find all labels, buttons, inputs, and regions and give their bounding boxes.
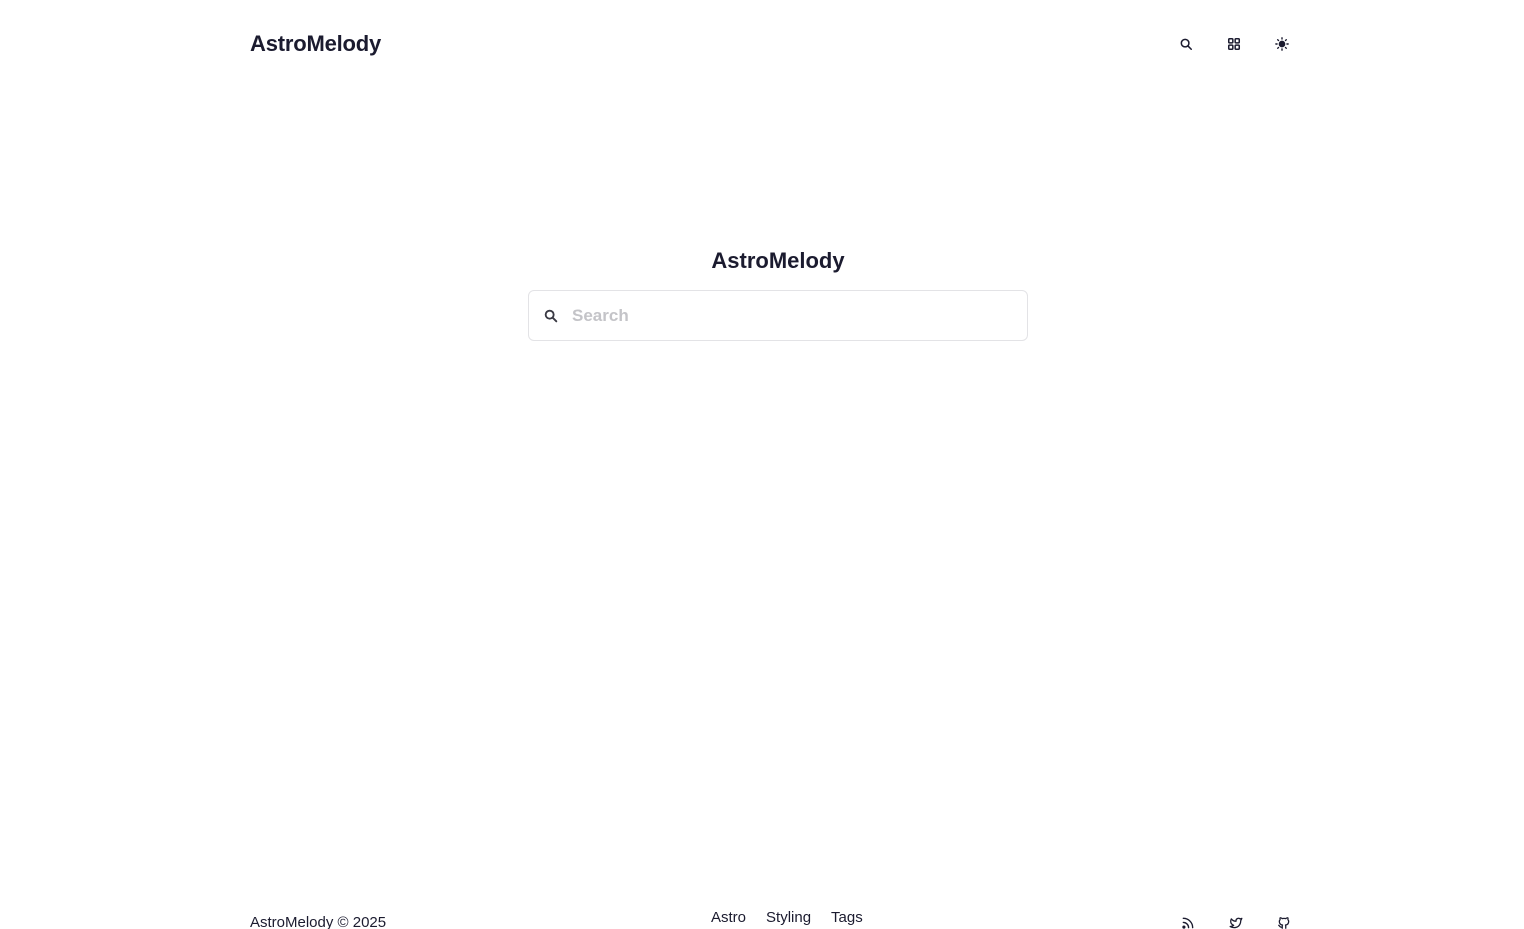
theme-toggle-button[interactable] xyxy=(1268,30,1296,58)
site-brand-link[interactable]: AstroMelody xyxy=(250,31,381,57)
apps-button[interactable] xyxy=(1220,30,1248,58)
github-icon xyxy=(1278,917,1290,929)
rss-link[interactable] xyxy=(1176,914,1200,929)
twitter-icon xyxy=(1229,917,1243,929)
main-content: AstroMelody xyxy=(0,246,1524,341)
site-footer: AstroMelody © 2025 Astro Styling Tags xyxy=(250,906,1296,929)
search-button[interactable] xyxy=(1172,30,1200,58)
footer-link-styling[interactable]: Styling xyxy=(766,909,811,926)
rss-icon xyxy=(1182,917,1194,929)
footer-link-astro[interactable]: Astro xyxy=(711,909,746,926)
search-box[interactable] xyxy=(528,290,1028,341)
header-actions xyxy=(1172,30,1296,58)
page: AstroMelody AstroMelody Search AstroMelo… xyxy=(0,0,1524,929)
footer-nav: Astro Styling Tags xyxy=(711,909,863,926)
search-icon xyxy=(1180,38,1193,51)
footer-social xyxy=(1176,914,1296,929)
search-icon xyxy=(543,308,559,324)
footer-link-tags[interactable]: Tags xyxy=(831,909,863,926)
copyright-text: AstroMelody © 2025 xyxy=(250,914,387,929)
github-link[interactable] xyxy=(1272,914,1296,929)
page-title: AstroMelody xyxy=(711,248,845,273)
search-input[interactable] xyxy=(572,291,1027,340)
grid-icon xyxy=(1227,37,1241,51)
site-header: AstroMelody xyxy=(250,28,1296,60)
sun-icon xyxy=(1275,37,1289,51)
twitter-link[interactable] xyxy=(1224,914,1248,929)
